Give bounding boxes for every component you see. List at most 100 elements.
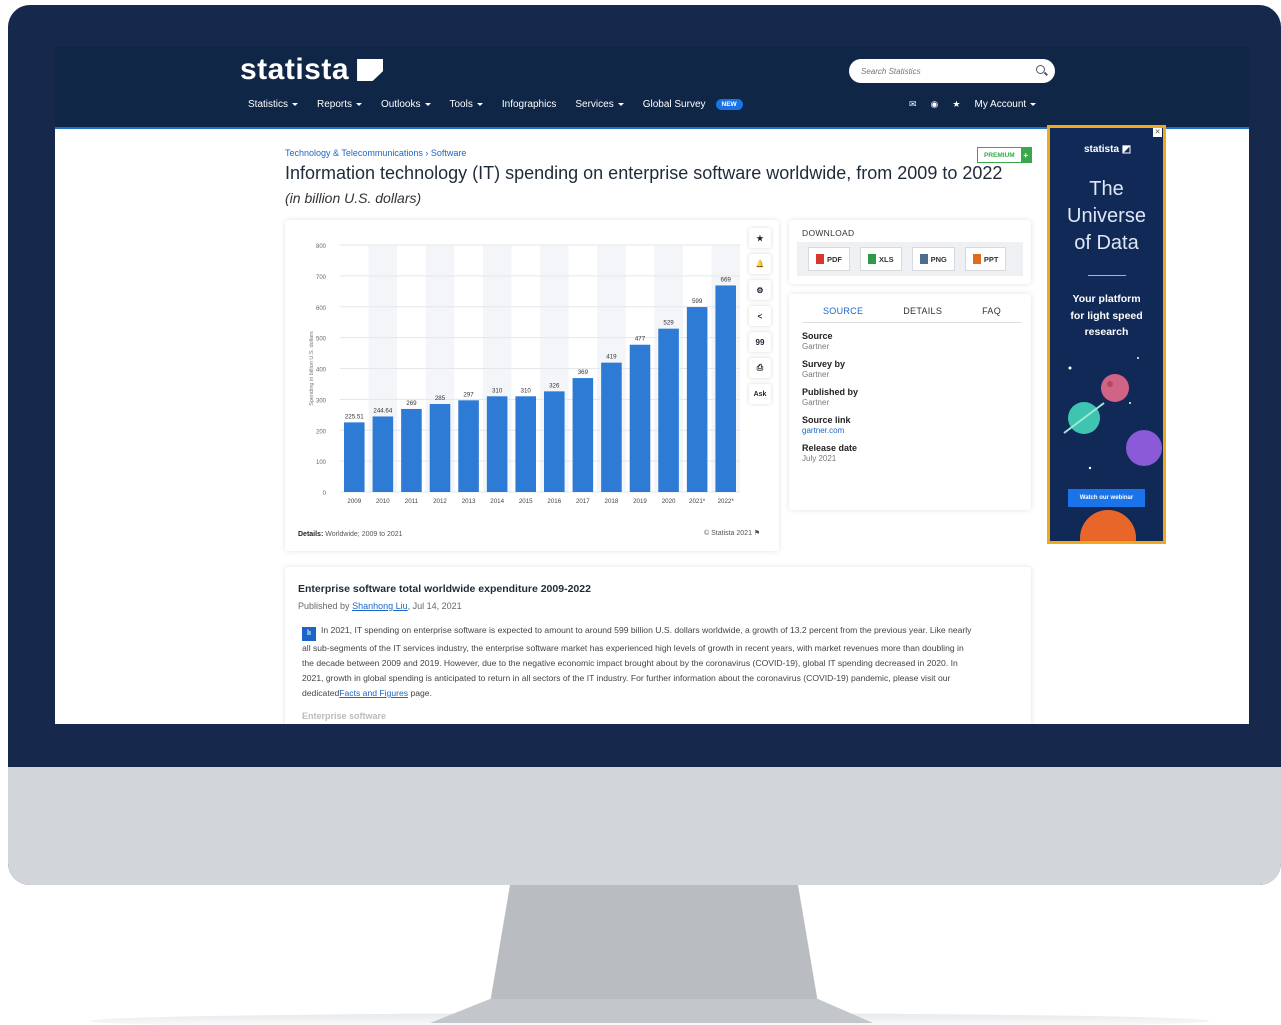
y-tick-label: 500 [316,337,327,343]
monitor-stand [90,885,1210,1025]
download-title: DOWNLOAD [802,228,855,238]
nav-item-reports[interactable]: Reports [317,99,363,110]
facts-figures-link[interactable]: Facts and Figures [339,688,408,698]
source-item: Source link gartner.com [802,415,858,435]
download-png-button[interactable]: PNG [911,247,955,271]
globe-icon[interactable]: ◉ [931,99,939,110]
section-heading-faded: Enterprise software [302,711,387,721]
bar [686,307,708,492]
bar [544,391,565,492]
tab-faq[interactable]: FAQ [982,306,1001,316]
bar [372,416,394,492]
tab-details[interactable]: DETAILS [903,306,942,316]
favorite-star-icon[interactable]: ★ [749,228,771,248]
bar [458,400,479,492]
data-label: 477 [635,336,646,343]
statistic-icon: lı [302,627,316,641]
source-item-value: July 2021 [802,454,837,463]
nav-item-services[interactable]: Services [575,99,624,110]
file-xls-icon [868,254,876,264]
page-subtitle: (in billion U.S. dollars) [285,190,422,206]
x-tick-label: 2011 [405,498,419,505]
y-tick-label: 0 [323,491,327,497]
file-ppt-icon [972,254,981,264]
source-tabs: SOURCE DETAILS FAQ [803,306,1021,323]
premium-badge[interactable]: PREMIUM + [977,147,1032,163]
nav-item-tools[interactable]: Tools [450,99,483,110]
nav-item-global-survey[interactable]: Global Survey NEW [643,99,743,110]
browser-screen: statista Statistics Reports Outlooks Tools I… [55,47,1249,724]
mail-icon[interactable]: ✉ [909,99,917,110]
article-card: Enterprise software total worldwide expe… [285,567,1031,724]
source-item-label: Source link [802,415,851,425]
download-card: DOWNLOAD PDF XLS PNG PPT [789,220,1031,284]
source-item-label: Survey by [802,359,846,369]
chart-credit[interactable]: © Statista 2021 ⚑ [704,529,760,537]
watch-webinar-button[interactable]: Watch our webinar [1068,489,1145,507]
nav-item-infographics[interactable]: Infographics [502,99,556,110]
source-item: Release date July 2021 [802,443,858,463]
article-title: Enterprise software total worldwide expe… [298,583,591,595]
source-item-value: Gartner [802,342,830,351]
star-icon[interactable]: ★ [952,99,960,110]
bar [572,378,594,492]
y-tick-label: 400 [316,368,327,374]
search-input[interactable] [849,59,1031,83]
bar [601,362,622,492]
x-tick-label: 2010 [376,498,390,505]
download-xls-button[interactable]: XLS [860,247,902,271]
statista-logo[interactable]: statista [240,53,384,87]
nav-item-label: Outlooks [381,99,421,110]
nav-item-outlooks[interactable]: Outlooks [381,99,431,110]
source-card: SOURCE DETAILS FAQ Source Gartner Survey b… [789,294,1031,510]
advertisement-banner[interactable]: ✕ statista ◩ The Universe of Data Your p… [1047,125,1166,544]
account-area: ✉ ◉ ★ My Account [909,99,1037,110]
breadcrumb[interactable]: Technology & Telecommunications › Softwa… [285,148,466,158]
data-label: 310 [492,387,503,394]
chart-details: Details: Worldwide; 2009 to 2021 [298,531,403,538]
article-date: , Jul 14, 2021 [407,601,462,611]
premium-plus-icon: + [1020,148,1031,162]
x-tick-label: 2014 [490,498,504,505]
notification-bell-icon[interactable]: 🔔 [749,254,771,274]
ad-planets-illustration [1063,357,1162,541]
search-icon[interactable] [1036,65,1045,74]
settings-gear-icon[interactable]: ⚙ [749,280,771,300]
print-icon[interactable]: ⎙ [749,358,771,378]
chevron-down-icon [424,103,431,106]
y-tick-label: 300 [316,398,327,404]
y-axis-label: Spending in billion U.S. dollars [309,331,315,406]
published-by-label: Published by [298,601,350,611]
ask-button[interactable]: Ask [749,384,771,404]
bar [515,396,536,492]
chart-tools: ★ 🔔 ⚙ < 99 ⎙ Ask [749,228,771,404]
my-account-label: My Account [974,99,1027,110]
article-meta: Published by Shanhong Liu, Jul 14, 2021 [298,601,462,611]
nav-item-statistics[interactable]: Statistics [248,99,299,110]
file-png-icon [919,254,928,264]
search-box[interactable] [849,59,1055,83]
y-tick-label: 100 [316,460,327,466]
download-button-label: PNG [930,254,947,264]
source-item: Source Gartner [802,331,858,351]
citation-quote-icon[interactable]: 99 [749,332,771,352]
bar [429,404,451,492]
tab-source[interactable]: SOURCE [823,306,863,316]
share-icon[interactable]: < [749,306,771,326]
chevron-down-icon [617,103,624,106]
source-list: Source Gartner Survey by Gartner Published b… [802,331,858,471]
y-tick-label: 200 [316,429,327,435]
x-tick-label: 2009 [347,498,361,505]
author-link[interactable]: Shanhong Liu [352,601,408,611]
download-button-label: XLS [879,254,894,264]
download-pdf-button[interactable]: PDF [808,247,850,271]
my-account-menu[interactable]: My Account [974,99,1037,110]
site-header: statista Statistics Reports Outlooks Tools I… [55,47,1249,129]
nav-item-label: Global Survey [642,99,706,110]
chart-details-text: Worldwide; 2009 to 2021 [325,531,403,538]
source-link[interactable]: gartner.com [802,426,858,435]
data-label: 285 [435,395,446,402]
x-tick-label: 2019 [633,498,647,505]
download-ppt-button[interactable]: PPT [964,247,1007,271]
data-label: 669 [721,276,732,283]
